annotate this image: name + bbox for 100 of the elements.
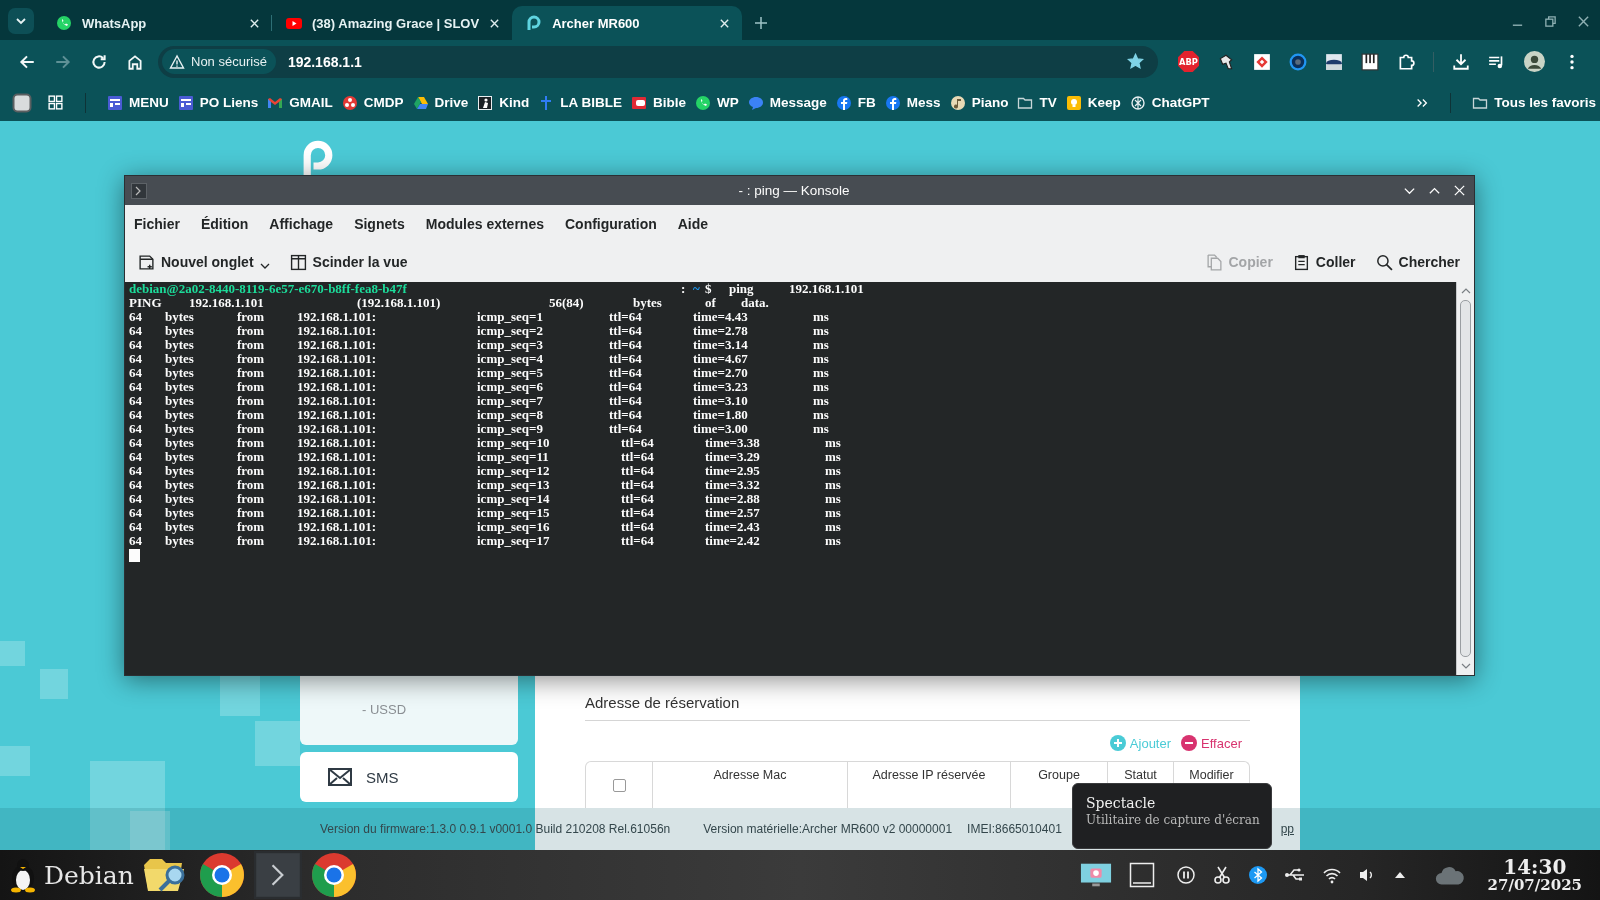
split-view-button[interactable]: Scinder la vue <box>285 251 412 273</box>
bookmark-link[interactable]: WP <box>695 94 739 111</box>
terminal-icon[interactable] <box>253 851 302 899</box>
scrollbar[interactable] <box>1456 282 1474 675</box>
extensions-icon[interactable] <box>1397 52 1415 71</box>
bookmark-link[interactable]: MENU <box>107 94 169 111</box>
checkbox[interactable] <box>612 778 626 792</box>
start-menu-button[interactable]: Debian <box>8 857 134 893</box>
bookmark-link[interactable]: ChatGPT <box>1129 94 1210 111</box>
bookmark-link[interactable]: Message <box>747 94 827 111</box>
decor-square <box>40 669 68 699</box>
reload-icon <box>90 52 108 71</box>
terminal-line: 64 bytes from 192.168.1.101: icmp_seq=9 ttl=64 time=3.00 ms <box>129 422 830 436</box>
scissors-icon[interactable] <box>1211 865 1232 885</box>
note-icon <box>949 94 966 111</box>
terminal-line: 64 bytes from 192.168.1.101: icmp_seq=1 ttl=64 time=4.43 ms <box>129 310 830 324</box>
bookmark-link[interactable]: Bible <box>631 94 687 111</box>
bookmark-link[interactable]: Mess <box>884 94 941 111</box>
pause-icon[interactable] <box>1175 865 1196 885</box>
tooltip: Spectacle Utilitaire de capture d'écran <box>1072 783 1272 849</box>
close-icon[interactable] <box>1577 15 1590 28</box>
footer-link[interactable]: pp <box>1280 822 1294 836</box>
address-bar[interactable]: Non sécurisé 192.168.1.1 <box>158 45 1158 78</box>
menu-item[interactable]: Fichier <box>134 215 180 232</box>
decor-square <box>0 641 25 666</box>
browser-icon[interactable] <box>309 851 358 899</box>
bookmark-link[interactable]: LA BIBLE <box>538 94 623 111</box>
browser-tab[interactable]: Archer MR600 <box>512 6 743 40</box>
chevron-down-icon <box>15 15 27 27</box>
star-icon[interactable] <box>1127 53 1144 70</box>
circle-logo-icon <box>835 94 852 111</box>
plus-icon[interactable] <box>754 16 769 30</box>
piano-keys-icon[interactable] <box>1361 52 1379 71</box>
browser-tab[interactable]: WhatsApp <box>42 6 272 40</box>
delete-link[interactable]: Effacer <box>1181 735 1242 751</box>
column-header: Adresse IP réservée <box>847 762 1010 808</box>
landscape-icon[interactable] <box>1325 52 1343 71</box>
envelope-icon <box>328 768 352 786</box>
terminal-line: 64 bytes from 192.168.1.101: icmp_seq=6 ttl=64 time=3.23 ms <box>129 380 830 394</box>
tool-icon[interactable] <box>1217 52 1235 71</box>
bookmark-link[interactable]: CMDP <box>341 94 404 111</box>
search-icon <box>1375 253 1393 271</box>
terminal-line: 64 bytes from 192.168.1.101: icmp_seq=11 ttl=64 time=3.29 ms <box>129 450 842 464</box>
bookmark-link[interactable]: Kind <box>477 94 530 111</box>
cluster-icon <box>341 94 358 111</box>
bookmark-link[interactable]: PO Liens <box>177 94 259 111</box>
browser-tab[interactable]: (38) Amazing Grace | SLOV <box>272 6 513 40</box>
all-bookmarks-link[interactable]: Tous les favoris <box>1472 94 1596 111</box>
menu-item[interactable]: Affichage <box>269 215 334 232</box>
security-chip[interactable]: Non sécurisé <box>162 49 276 74</box>
menu-item[interactable]: Édition <box>200 215 249 232</box>
restore-icon[interactable] <box>1544 15 1557 28</box>
tab-list-button[interactable] <box>8 8 34 34</box>
decor-square <box>220 676 260 716</box>
menu-item[interactable]: Configuration <box>565 215 657 232</box>
close-icon[interactable] <box>719 17 731 29</box>
reader-icon <box>477 94 494 111</box>
knot-icon <box>1129 94 1146 111</box>
clock[interactable]: 14:30 27/07/2025 <box>1487 856 1582 894</box>
terminal-line: 64 bytes from 192.168.1.101: icmp_seq=12 ttl=64 time=2.95 ms <box>129 464 842 478</box>
screenshot-icon[interactable] <box>1079 862 1112 888</box>
book-icon <box>631 94 648 111</box>
bookmark-link[interactable]: TV <box>1017 94 1057 111</box>
browser-icon[interactable] <box>197 851 246 899</box>
new-tab-button[interactable]: Nouvel onglet <box>134 251 274 273</box>
decor-square <box>0 746 30 776</box>
download-icon[interactable] <box>1452 52 1470 71</box>
chat-bubble-icon <box>747 94 764 111</box>
decor-square <box>255 721 300 766</box>
apps-grid-icon[interactable] <box>47 94 64 111</box>
terminal-line: 64 bytes from 192.168.1.101: icmp_seq=2 ttl=64 time=2.78 ms <box>129 324 830 338</box>
copy-icon <box>1205 253 1223 271</box>
layout-icon <box>107 94 123 111</box>
terminal-line: 64 bytes from 192.168.1.101: icmp_seq=14 ttl=64 time=2.88 ms <box>129 492 842 506</box>
scrollbar-thumb[interactable] <box>1460 300 1471 657</box>
menu-item[interactable]: Signets <box>354 215 405 232</box>
close-icon[interactable] <box>489 17 501 29</box>
bluetooth-icon[interactable] <box>1247 865 1268 885</box>
bookmark-link[interactable]: Drive <box>412 94 469 111</box>
paste-button[interactable]: Coller <box>1288 251 1360 273</box>
menu-item[interactable]: SMS <box>300 752 518 802</box>
chat-icon <box>56 15 72 31</box>
terminal-line: 64 bytes from 192.168.1.101: icmp_seq=5 ttl=64 time=2.70 ms <box>129 366 830 380</box>
avatar[interactable] <box>1524 51 1545 72</box>
bookmark-link[interactable]: GMAIL <box>267 94 333 111</box>
search-button[interactable]: Chercher <box>1371 251 1464 273</box>
stop-sign-icon[interactable]: ABP <box>1178 51 1199 72</box>
square-icon[interactable] <box>12 92 32 113</box>
ring-icon[interactable] <box>1289 52 1307 71</box>
bookmark-link[interactable]: Keep <box>1065 94 1121 111</box>
menu-item[interactable]: Modules externes <box>425 215 544 232</box>
warning-icon <box>169 53 185 70</box>
bookmark-link[interactable]: FB <box>835 94 876 111</box>
terminal-icon <box>131 182 147 199</box>
caret-icon <box>259 261 270 271</box>
bookmark-link[interactable]: Piano <box>949 94 1009 111</box>
column-header: Adresse Mac <box>652 762 847 808</box>
menu-item[interactable]: Aide <box>677 215 709 232</box>
footer-text: IMEI:8665010401 <box>967 822 1062 836</box>
diamond-icon[interactable] <box>1253 52 1271 71</box>
